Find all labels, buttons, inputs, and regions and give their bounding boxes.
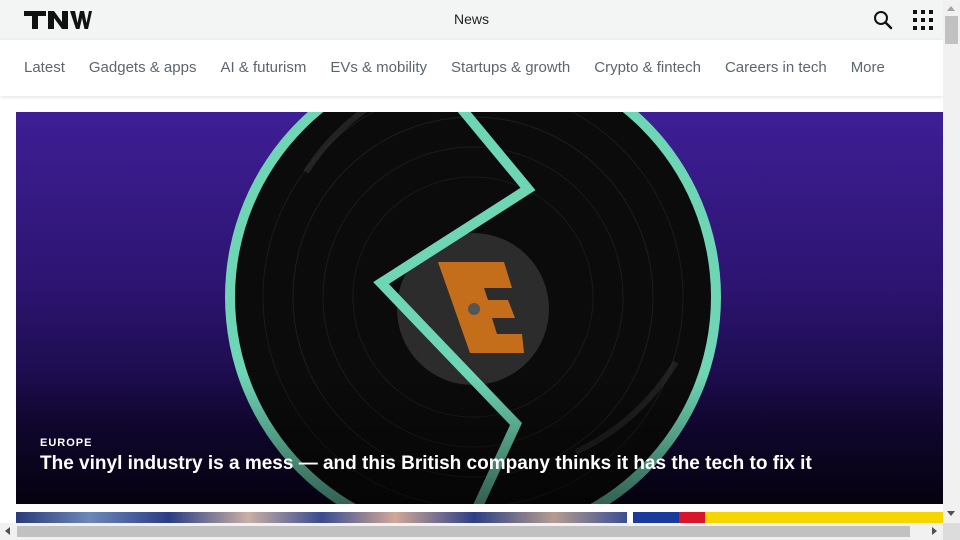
nav-item-careers-in-tech[interactable]: Careers in tech (725, 59, 827, 76)
article-card-image[interactable] (16, 512, 627, 523)
article-card-image[interactable] (633, 512, 943, 523)
scrollbar-corner (943, 523, 960, 540)
scroll-right-arrow-icon[interactable] (932, 527, 937, 535)
nav-item-more[interactable]: More (851, 59, 885, 76)
article-title[interactable]: The vinyl industry is a mess — and this … (40, 453, 920, 475)
vertical-scrollbar[interactable] (943, 0, 960, 523)
nav-item-latest[interactable]: Latest (24, 59, 65, 76)
hero-article[interactable]: EUROPE The vinyl industry is a mess — an… (16, 112, 943, 504)
hero-overlay (16, 374, 943, 504)
vertical-scrollbar-thumb[interactable] (945, 16, 958, 44)
nav-item-evs-mobility[interactable]: EVs & mobility (330, 59, 427, 76)
scroll-up-arrow-icon[interactable] (947, 6, 955, 11)
scroll-left-arrow-icon[interactable] (5, 527, 10, 535)
category-nav: Latest Gadgets & apps AI & futurism EVs … (0, 40, 943, 96)
article-category[interactable]: EUROPE (40, 437, 92, 449)
flag-stripe (679, 512, 705, 523)
nav-item-gadgets-apps[interactable]: Gadgets & apps (89, 59, 197, 76)
top-bar: News (0, 0, 943, 40)
horizontal-scrollbar-thumb[interactable] (17, 526, 910, 537)
nav-list: Latest Gadgets & apps AI & futurism EVs … (24, 59, 885, 76)
section-title: News (453, 11, 489, 27)
search-icon[interactable] (873, 10, 893, 30)
flag-stripe (633, 512, 679, 523)
nav-item-startups-growth[interactable]: Startups & growth (451, 59, 570, 76)
nav-item-crypto-fintech[interactable]: Crypto & fintech (594, 59, 701, 76)
nav-item-ai-futurism[interactable]: AI & futurism (220, 59, 306, 76)
scroll-down-arrow-icon[interactable] (947, 511, 955, 516)
apps-grid-icon[interactable] (913, 10, 933, 30)
